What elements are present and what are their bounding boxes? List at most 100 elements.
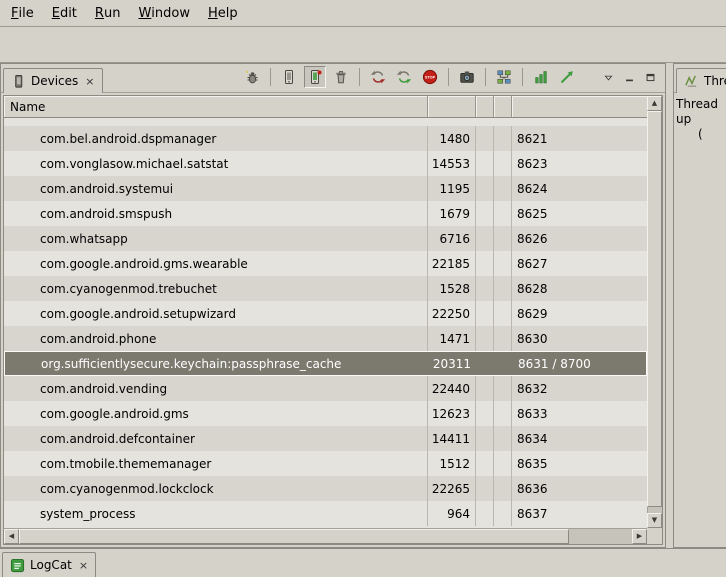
table-row[interactable]: org.sufficientlysecure.keychain:passphra… xyxy=(4,351,647,376)
hierarchy-view-icon[interactable] xyxy=(493,66,515,88)
column-header-name[interactable]: Name xyxy=(4,96,428,118)
threads-tabbar: Threads xyxy=(674,64,726,93)
method-profiling-icon[interactable] xyxy=(530,66,552,88)
network-stats-icon[interactable] xyxy=(556,66,578,88)
view-menu-icon[interactable] xyxy=(600,68,617,86)
empty-cell xyxy=(494,201,512,226)
threads-tab-icon xyxy=(684,74,699,89)
column-header-2[interactable] xyxy=(494,96,512,118)
logcat-tab-icon xyxy=(10,558,25,573)
process-name: com.vonglasow.michael.satstat xyxy=(4,151,428,176)
process-name: com.android.smspush xyxy=(4,201,428,226)
menu-edit[interactable]: Edit xyxy=(43,0,86,26)
empty-cell xyxy=(494,451,512,476)
menu-run[interactable]: Run xyxy=(86,0,130,26)
device-table-grid: Name com.bel.android.dspmanager14808621c… xyxy=(4,96,647,528)
process-port: 8631 / 8700 xyxy=(513,352,646,375)
update-heap-icon[interactable] xyxy=(393,66,415,88)
table-row[interactable]: com.google.android.setupwizard222508629 xyxy=(4,301,647,326)
scroll-up-icon[interactable]: ▲ xyxy=(647,96,662,111)
maximize-icon[interactable] xyxy=(642,68,659,86)
process-port: 8637 xyxy=(512,501,647,526)
empty-cell xyxy=(477,352,495,375)
tab-devices-label: Devices xyxy=(31,74,78,88)
devices-tabbar: Devices × STOP xyxy=(1,64,665,93)
empty-cell xyxy=(494,226,512,251)
main-area: Devices × STOP Name com.bel.android.dspm… xyxy=(0,63,726,548)
process-port: 8635 xyxy=(512,451,647,476)
menu-bar: FileEditRunWindowHelp xyxy=(0,0,726,27)
process-port: 8634 xyxy=(512,426,647,451)
table-row[interactable]: com.cyanogenmod.trebuchet15288628 xyxy=(4,276,647,301)
tab-close-icon[interactable]: × xyxy=(85,75,94,88)
horizontal-scrollbar[interactable]: ◀ ▶ xyxy=(4,528,647,544)
process-pid: 1679 xyxy=(428,201,476,226)
panel-sash[interactable] xyxy=(666,63,673,548)
process-name: com.android.phone xyxy=(4,326,428,351)
table-row[interactable]: com.android.systemui11958624 xyxy=(4,176,647,201)
process-pid: 20311 xyxy=(429,352,477,375)
empty-cell xyxy=(476,276,494,301)
table-row[interactable]: com.tmobile.thememanager15128635 xyxy=(4,451,647,476)
tab-close-icon[interactable]: × xyxy=(79,559,88,572)
stop-process-icon[interactable]: STOP xyxy=(419,66,441,88)
column-header-pid[interactable] xyxy=(428,96,476,118)
process-name: com.android.defcontainer xyxy=(4,426,428,451)
toolbar-strip xyxy=(0,27,726,63)
table-row[interactable]: com.cyanogenmod.lockclock222658636 xyxy=(4,476,647,501)
process-name: com.android.vending xyxy=(4,376,428,401)
menu-file[interactable]: File xyxy=(2,0,43,26)
tab-threads[interactable]: Threads xyxy=(676,68,726,93)
debug-attach-icon[interactable] xyxy=(241,66,263,88)
vertical-scrollbar-thumb[interactable] xyxy=(647,111,662,507)
tab-logcat[interactable]: LogCat × xyxy=(2,552,96,577)
scroll-right-icon[interactable]: ▶ xyxy=(632,529,647,544)
process-pid: 22250 xyxy=(428,301,476,326)
process-port: 8627 xyxy=(512,251,647,276)
table-row[interactable]: com.bel.android.dspmanager14808621 xyxy=(4,126,647,151)
table-row[interactable]: system_process9648637 xyxy=(4,501,647,526)
toolbar-separator xyxy=(448,68,449,86)
scroll-down-icon[interactable]: ▼ xyxy=(647,513,662,528)
table-row[interactable]: com.android.defcontainer144118634 xyxy=(4,426,647,451)
device-icon[interactable] xyxy=(278,66,300,88)
empty-cell xyxy=(494,126,512,151)
toolbar-separator xyxy=(485,68,486,86)
process-name: com.cyanogenmod.trebuchet xyxy=(4,276,428,301)
column-header-port[interactable] xyxy=(512,96,647,118)
scroll-left-icon[interactable]: ◀ xyxy=(4,529,19,544)
table-row[interactable]: com.vonglasow.michael.satstat145538623 xyxy=(4,151,647,176)
scrollbar-corner xyxy=(647,528,662,544)
table-row[interactable]: com.whatsapp67168626 xyxy=(4,226,647,251)
process-name: com.google.android.setupwizard xyxy=(4,301,428,326)
column-header-1[interactable] xyxy=(476,96,494,118)
update-threads-icon[interactable] xyxy=(367,66,389,88)
process-pid: 964 xyxy=(428,501,476,526)
table-row[interactable]: com.google.android.gms.wearable221858627 xyxy=(4,251,647,276)
screenshot-icon[interactable] xyxy=(456,66,478,88)
table-row[interactable]: com.android.vending224408632 xyxy=(4,376,647,401)
vertical-scrollbar[interactable]: ▲ ▼ xyxy=(647,96,662,528)
table-row[interactable]: com.android.smspush1679 8625 xyxy=(4,201,647,226)
empty-cell xyxy=(476,176,494,201)
menu-help[interactable]: Help xyxy=(199,0,247,26)
minimize-icon[interactable] xyxy=(621,68,638,86)
device-table: Name com.bel.android.dspmanager14808621c… xyxy=(3,95,663,545)
process-port: 8633 xyxy=(512,401,647,426)
table-row[interactable]: com.android.phone14718630 xyxy=(4,326,647,351)
tab-devices[interactable]: Devices × xyxy=(3,68,103,93)
table-row[interactable]: com.google.android.gms126238633 xyxy=(4,401,647,426)
devices-view: Devices × STOP Name com.bel.android.dspm… xyxy=(0,63,666,548)
empty-cell xyxy=(476,301,494,326)
empty-cell xyxy=(495,352,513,375)
process-pid: 6716 xyxy=(428,226,476,251)
process-name: com.tmobile.thememanager xyxy=(4,451,428,476)
menu-window[interactable]: Window xyxy=(129,0,199,26)
process-name: com.bel.android.dspmanager xyxy=(4,126,428,151)
horizontal-scrollbar-thumb[interactable] xyxy=(19,529,569,544)
threads-message-line2: ( xyxy=(698,127,724,142)
device-debug-icon[interactable] xyxy=(304,66,326,88)
trash-icon[interactable] xyxy=(330,66,352,88)
process-port: 8625 xyxy=(512,201,647,226)
threads-content: Thread up ( xyxy=(674,93,726,146)
